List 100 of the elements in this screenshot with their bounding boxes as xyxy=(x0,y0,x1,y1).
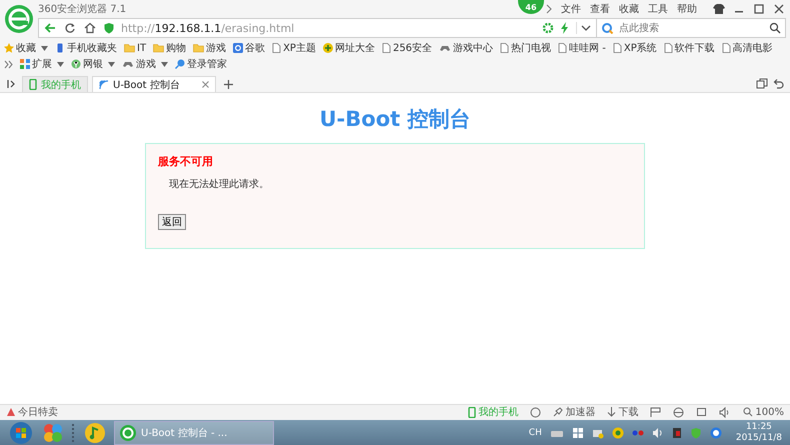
restore-tabs-icon[interactable] xyxy=(756,78,768,90)
button-label[interactable]: 加速器 xyxy=(565,405,596,419)
page-icon xyxy=(558,43,568,53)
globe-icon[interactable] xyxy=(530,406,542,418)
download-button[interactable]: 下载 xyxy=(607,405,638,419)
bookmark-label[interactable]: IT xyxy=(137,42,146,54)
link-label[interactable]: 今日特卖 xyxy=(18,405,58,419)
close-icon[interactable] xyxy=(202,81,209,88)
bookmark-label[interactable]: 热门电视 xyxy=(511,41,552,55)
menu-item[interactable]: 帮助 xyxy=(677,2,697,16)
search-bar[interactable]: 点此搜索 xyxy=(597,18,786,38)
menu-item[interactable]: 文件 xyxy=(561,2,581,16)
undo-icon[interactable] xyxy=(772,78,784,90)
music-player-icon[interactable] xyxy=(84,422,106,444)
bookmark-item[interactable]: XP主题 xyxy=(272,41,316,55)
battery-icon[interactable] xyxy=(672,426,682,438)
bookmark-item[interactable]: 256安全 xyxy=(382,41,432,55)
bookmark-item[interactable]: 登录管家 xyxy=(175,57,227,71)
bookmark-label[interactable]: 登录管家 xyxy=(187,57,227,71)
bookmark-item[interactable]: XP系统 xyxy=(612,41,657,55)
new-tab-icon[interactable] xyxy=(224,80,233,88)
address-bar[interactable]: http://192.168.1.1/erasing.html xyxy=(38,18,597,38)
menu-item[interactable]: 查看 xyxy=(590,2,610,16)
search-input[interactable]: 点此搜索 xyxy=(617,22,767,34)
search-engine-icon[interactable] xyxy=(601,22,615,34)
daily-deals-link[interactable]: 今日特卖 xyxy=(6,405,58,419)
bookmark-label[interactable]: 谷歌 xyxy=(245,41,266,55)
accelerator-button[interactable]: 加速器 xyxy=(553,405,596,419)
bookmark-label[interactable]: 高清电影 xyxy=(732,41,773,55)
bookmark-label[interactable]: 手机收藏夹 xyxy=(67,41,117,55)
bookmark-item[interactable]: 软件下载 xyxy=(664,41,715,55)
bookmark-item[interactable]: IT xyxy=(124,42,146,54)
bookmark-item[interactable]: 谷歌 xyxy=(233,41,266,55)
app-tray-icon[interactable] xyxy=(710,426,722,438)
browser-tab[interactable]: U-Boot 控制台 xyxy=(92,76,216,92)
tab-label[interactable]: U-Boot 控制台 xyxy=(113,78,180,92)
maximize-icon[interactable] xyxy=(752,3,766,15)
bookmark-label[interactable]: 扩展 xyxy=(32,57,52,71)
skin-icon[interactable] xyxy=(712,3,726,15)
menu-item[interactable]: 收藏 xyxy=(619,2,639,16)
bookmark-label[interactable]: 软件下载 xyxy=(674,41,715,55)
bookmark-label[interactable]: 购物 xyxy=(166,41,186,55)
bookmark-item[interactable]: 手机收藏夹 xyxy=(55,41,117,55)
button-label[interactable]: 下载 xyxy=(618,405,638,419)
page-icon xyxy=(722,43,731,53)
bookmark-item[interactable]: 哇哇网 - xyxy=(558,41,606,55)
caret-icon[interactable] xyxy=(41,46,48,50)
bookmark-item[interactable]: 网银 xyxy=(71,57,115,71)
caret-icon[interactable] xyxy=(161,62,168,66)
bookmark-label[interactable]: 收藏 xyxy=(16,41,36,55)
zoom-icon xyxy=(743,407,754,417)
bookmark-item[interactable]: 网址大全 xyxy=(322,41,375,55)
bookmark-item[interactable]: 游戏 xyxy=(193,41,226,55)
volume-icon[interactable] xyxy=(652,426,664,438)
bookmark-item[interactable]: 高清电影 xyxy=(722,41,773,55)
reload-icon[interactable] xyxy=(63,22,77,34)
globe-icon[interactable] xyxy=(673,406,684,418)
app-tray-icon[interactable] xyxy=(612,426,624,438)
error-title: 服务不可用 xyxy=(158,154,213,169)
bookmark-label[interactable]: 网址大全 xyxy=(334,41,375,55)
phone-icon xyxy=(55,43,65,53)
dropdown-icon[interactable] xyxy=(576,22,592,34)
folder-icon xyxy=(193,43,204,53)
back-icon[interactable] xyxy=(43,22,57,34)
bookmark-label[interactable]: 游戏中心 xyxy=(453,41,494,55)
caret-icon[interactable] xyxy=(57,62,64,66)
notification-badge: 46 xyxy=(518,0,544,14)
chevron-icon[interactable] xyxy=(546,4,552,14)
clock-date[interactable]: 2015/11/8 xyxy=(736,432,782,444)
home-icon[interactable] xyxy=(83,22,97,34)
globe-icon xyxy=(322,43,333,53)
bookmark-item[interactable]: 扩展 xyxy=(20,57,64,71)
close-icon[interactable] xyxy=(772,3,786,15)
bookmark-label[interactable]: 哇哇网 - xyxy=(569,41,606,55)
window-icon[interactable] xyxy=(696,406,708,418)
zoom-level[interactable]: 100% xyxy=(743,406,784,418)
back-button[interactable]: 返回 xyxy=(158,214,186,230)
caret-icon[interactable] xyxy=(108,62,115,66)
gear-icon[interactable] xyxy=(542,22,554,34)
bookmark-item[interactable]: 热门电视 xyxy=(500,41,552,55)
bookmark-label[interactable]: 网银 xyxy=(83,57,103,71)
start-button-icon[interactable] xyxy=(8,420,34,444)
bookmark-label[interactable]: 游戏 xyxy=(206,41,226,55)
bookmark-label[interactable]: XP系统 xyxy=(624,41,657,55)
bookmark-label[interactable]: XP主题 xyxy=(283,41,316,55)
bookmark-label[interactable]: 游戏 xyxy=(136,57,156,71)
bookmark-item[interactable]: 购物 xyxy=(153,41,186,55)
browser-logo-icon xyxy=(119,424,137,442)
bookmark-item[interactable]: 游戏中心 xyxy=(439,41,494,55)
bookmark-item[interactable]: 游戏 xyxy=(122,57,168,71)
bookmark-item[interactable]: 收藏 xyxy=(4,41,48,55)
page-heading: U-Boot 控制台 xyxy=(320,106,470,133)
language-indicator[interactable]: CH xyxy=(528,428,542,438)
url-text[interactable]: http://192.168.1.1/erasing.html xyxy=(121,22,536,34)
more-bookmarks-icon[interactable] xyxy=(4,60,13,68)
zoom-value[interactable]: 100% xyxy=(755,406,784,418)
menu-item[interactable]: 工具 xyxy=(648,2,668,16)
folder-icon xyxy=(124,43,135,53)
bookmark-label[interactable]: 256安全 xyxy=(392,41,432,55)
lightning-icon[interactable] xyxy=(560,22,570,34)
